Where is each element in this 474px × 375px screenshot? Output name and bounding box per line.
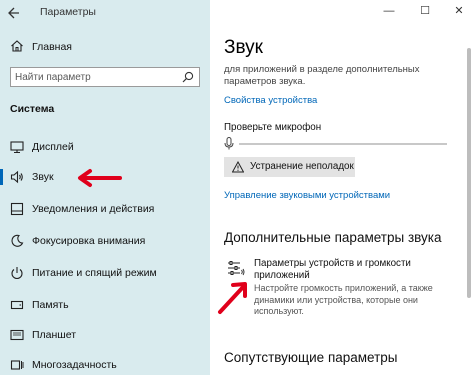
sidebar-item-notifications[interactable]: Уведомления и действия (0, 198, 210, 220)
power-icon (11, 267, 23, 280)
page-title: Звук (224, 37, 263, 58)
sidebar-item-storage[interactable]: Память (0, 294, 210, 316)
scrollbar[interactable] (467, 48, 471, 298)
search-input[interactable] (15, 70, 175, 84)
sidebar-item-label: Планшет (32, 329, 77, 341)
maximize-button[interactable]: ☐ (418, 4, 432, 18)
back-arrow-icon (8, 7, 19, 19)
sidebar-item-focus-assist[interactable]: Фокусировка внимания (0, 230, 210, 252)
app-volume-sliders-icon (228, 261, 245, 276)
focus-assist-icon (11, 234, 24, 247)
troubleshoot-button[interactable]: Устранение неполадок (224, 157, 355, 177)
speaker-icon (10, 170, 23, 184)
sidebar-item-label: Дисплей (32, 141, 74, 153)
sidebar-item-label: Память (32, 299, 69, 311)
sidebar-item-multitasking[interactable]: Многозадачность (0, 354, 210, 375)
sidebar-item-power[interactable]: Питание и спящий режим (0, 262, 210, 284)
sidebar-item-label: Многозадачность (32, 359, 117, 371)
mic-test-label: Проверьте микрофон (224, 122, 322, 133)
home-icon (11, 40, 23, 52)
sidebar-item-label: Уведомления и действия (32, 203, 155, 215)
storage-icon (10, 300, 24, 310)
page-description: для приложений в разделе дополнительных … (224, 64, 420, 87)
app-title: Параметры (40, 6, 96, 18)
multitasking-icon (10, 360, 24, 370)
notifications-icon (10, 202, 24, 216)
sidebar-item-label: Звук (32, 171, 54, 183)
app-volume-description: Настройте громкость приложений, а также … (254, 283, 433, 316)
section-title: Система (10, 103, 55, 115)
related-settings-heading: Сопутствующие параметры (224, 350, 398, 365)
troubleshoot-label: Устранение неполадок (250, 161, 354, 172)
minimize-button[interactable]: — (382, 4, 396, 18)
active-indicator (0, 169, 3, 185)
sidebar-item-label: Питание и спящий режим (32, 267, 157, 279)
sidebar-item-home[interactable]: Главная (0, 36, 210, 58)
tablet-icon (10, 329, 24, 341)
device-properties-link[interactable]: Свойства устройства (224, 95, 317, 106)
sidebar-item-label: Фокусировка внимания (32, 235, 146, 247)
back-button[interactable] (7, 6, 25, 20)
app-volume-settings-link[interactable]: Параметры устройств и громкости приложен… (254, 258, 444, 282)
search-box[interactable] (10, 67, 200, 87)
display-icon (10, 141, 24, 154)
advanced-sound-heading: Дополнительные параметры звука (224, 230, 442, 245)
search-icon (182, 71, 194, 83)
mic-level-meter (239, 143, 447, 145)
sidebar: Параметры Главная Система Дисплей Звук (0, 0, 210, 375)
sidebar-item-display[interactable]: Дисплей (0, 136, 210, 158)
main-panel: — ☐ ✕ Звук для приложений в разделе допо… (210, 0, 474, 375)
close-button[interactable]: ✕ (452, 4, 466, 18)
warning-icon (232, 161, 244, 173)
sidebar-item-tablet[interactable]: Планшет (0, 324, 210, 346)
manage-sound-devices-link[interactable]: Управление звуковыми устройствами (224, 190, 390, 201)
annotation-arrow (218, 282, 247, 314)
sidebar-item-label: Главная (32, 41, 72, 53)
microphone-icon (224, 137, 234, 150)
annotation-arrow (78, 169, 122, 187)
